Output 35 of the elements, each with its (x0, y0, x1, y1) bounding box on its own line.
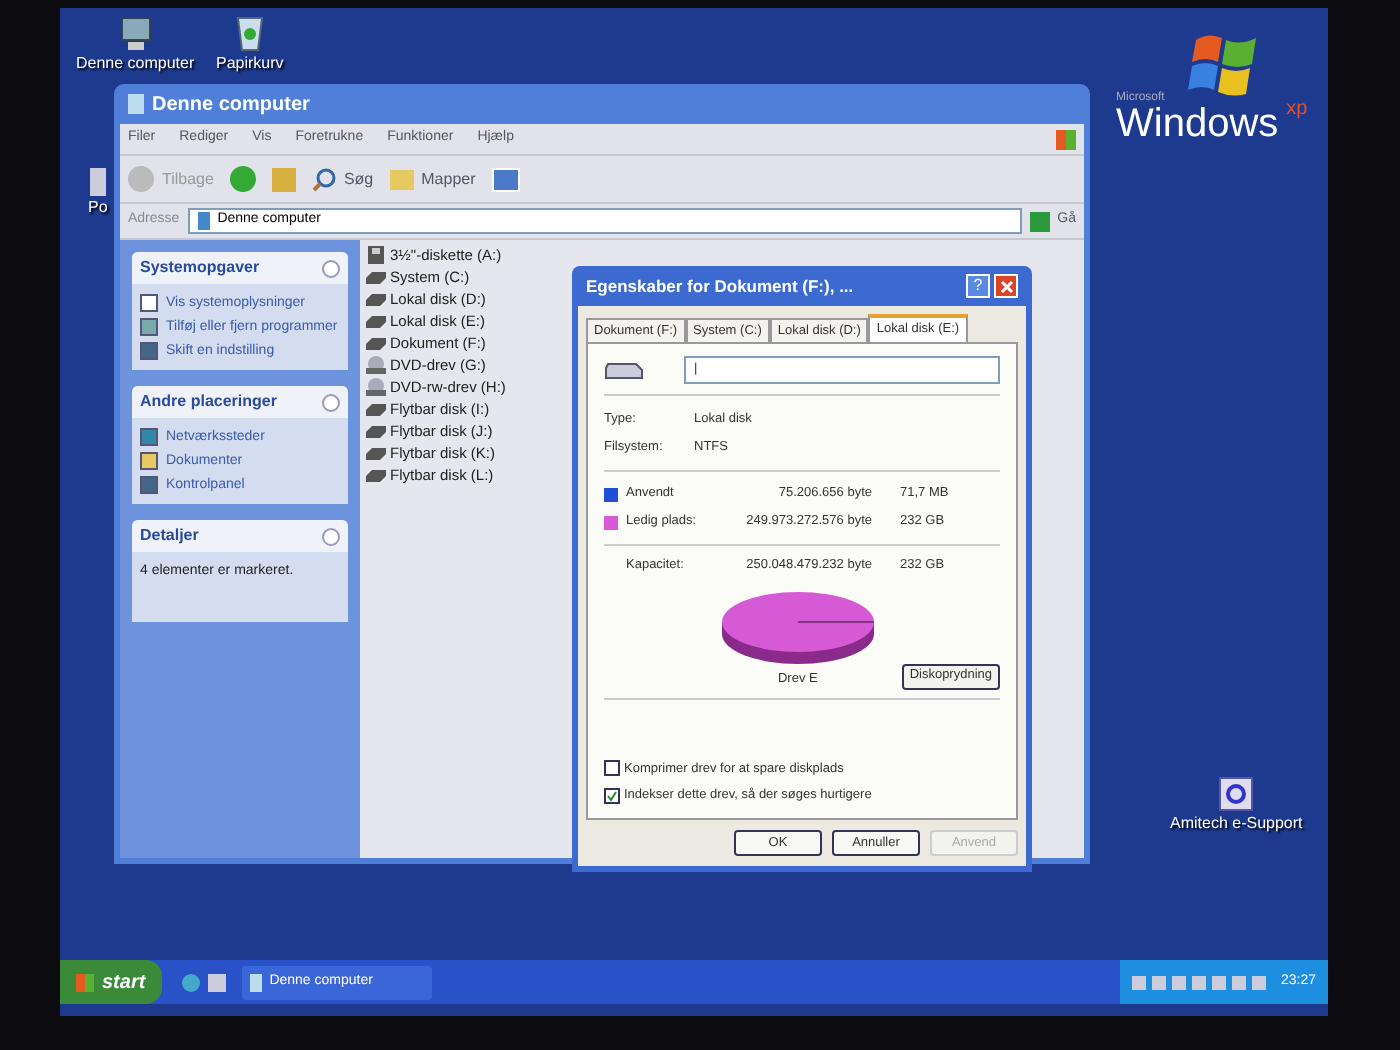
icon-label[interactable]: Papirkurv (216, 52, 284, 76)
drive-icon (604, 360, 644, 380)
document-icon (140, 294, 158, 312)
computer-icon (128, 94, 144, 114)
search-icon (311, 167, 336, 191)
computer-icon (115, 16, 156, 52)
icon-label[interactable]: Denne computer (76, 52, 195, 76)
logo-edition: xp (1286, 96, 1308, 124)
logo-wordmark: Windows (1116, 104, 1279, 144)
flag-logo-icon (1056, 129, 1076, 149)
folder-icon (140, 452, 158, 470)
close-icon (999, 279, 1013, 293)
collapse-icon[interactable] (322, 259, 340, 277)
computer-icon (197, 212, 210, 230)
cd-drive-icon (366, 378, 386, 396)
folders-button[interactable]: Mapper (389, 167, 476, 191)
icon-label[interactable]: Amitech e-Support (1170, 812, 1303, 836)
window-title: Denne computer (152, 91, 310, 119)
checkbox[interactable] (604, 788, 620, 805)
check-icon (606, 790, 618, 803)
panel-icon (140, 342, 158, 360)
start-button[interactable]: start (60, 960, 162, 1004)
checkbox[interactable] (604, 760, 620, 777)
close-button[interactable] (994, 274, 1018, 298)
computer-icon (249, 973, 262, 991)
floppy-icon (366, 246, 386, 264)
dialog-title: Egenskaber for Dokument (F:), ... (586, 273, 854, 299)
folder-icon (389, 169, 414, 189)
cd-drive-icon (366, 356, 386, 374)
flag-logo-icon (76, 973, 94, 991)
collapse-icon[interactable] (322, 393, 340, 411)
icon-label[interactable]: Po (88, 196, 108, 220)
collapse-icon[interactable] (322, 527, 340, 545)
search-button[interactable]: Søg (311, 167, 374, 191)
panel-icon (140, 476, 158, 494)
